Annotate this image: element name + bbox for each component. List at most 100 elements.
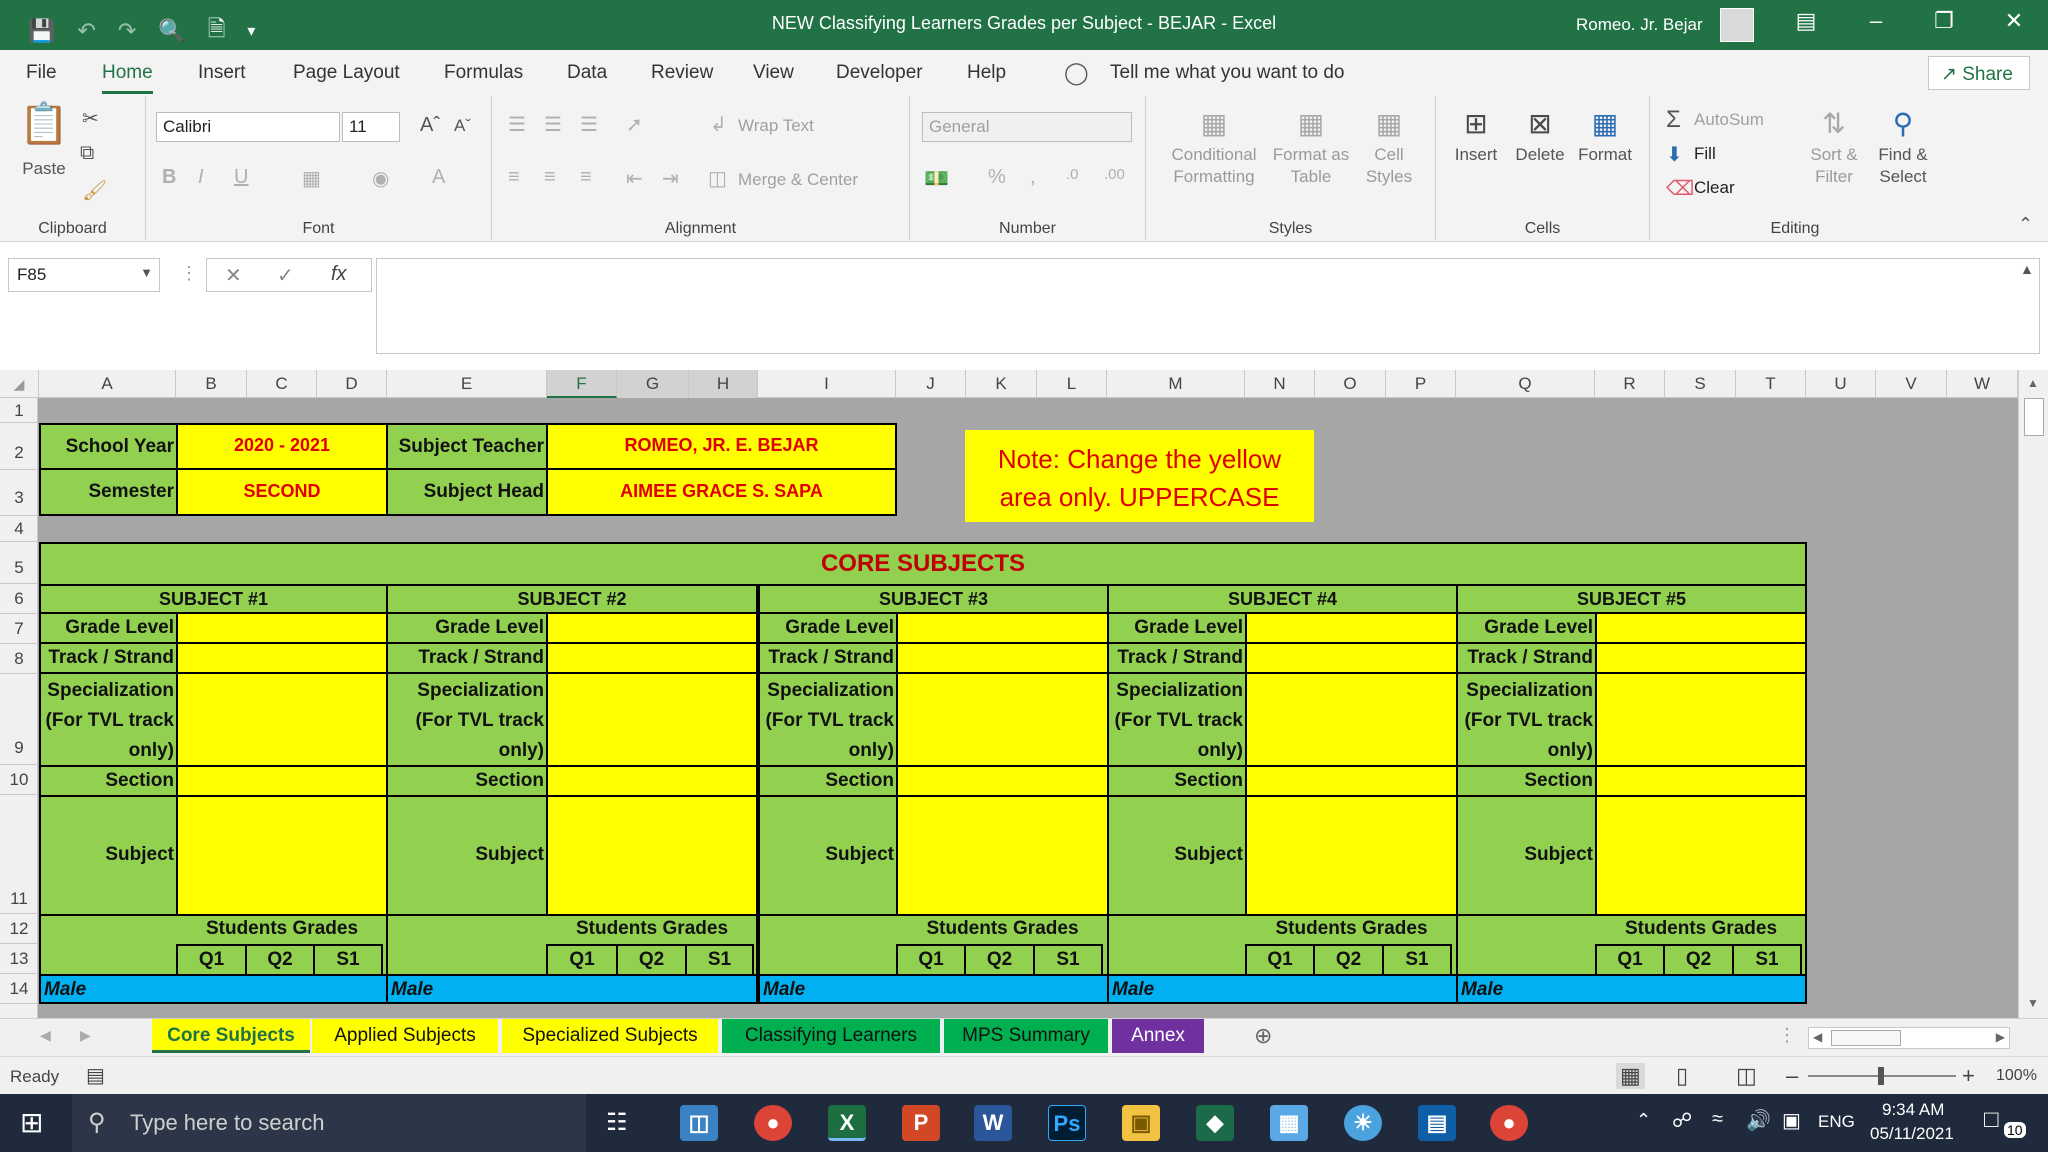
accessibility-icon[interactable]: ▤ xyxy=(86,1063,105,1088)
sheet-tab-specialized-subjects[interactable]: Specialized Subjects xyxy=(502,1019,718,1053)
grade-column-s1[interactable]: S1 xyxy=(313,944,383,976)
format-painter-icon[interactable]: 🖌 xyxy=(82,178,107,203)
specialization-input[interactable] xyxy=(896,672,1109,767)
underline-icon[interactable]: U xyxy=(234,166,248,189)
page-break-view-icon[interactable]: ◫ xyxy=(1736,1063,1757,1089)
cancel-icon[interactable]: ✕ xyxy=(225,263,242,288)
scroll-right-icon[interactable]: ▶ xyxy=(1996,1030,2005,1044)
track-strand-label[interactable]: Track / Strand xyxy=(1456,642,1597,674)
align-right-icon[interactable]: ≡ xyxy=(580,166,592,189)
subject-label[interactable]: Subject xyxy=(1456,795,1597,916)
increase-decimal-icon[interactable]: .0 xyxy=(1066,166,1079,183)
add-sheet-icon[interactable]: ⊕ xyxy=(1254,1023,1272,1049)
name-box[interactable]: F85 ▼ xyxy=(8,258,160,292)
notification-icon[interactable]: □ xyxy=(1984,1106,1999,1134)
row-header[interactable]: 11 xyxy=(0,795,38,914)
row-header[interactable]: 9 xyxy=(0,674,38,765)
column-header[interactable]: G xyxy=(617,370,689,398)
align-middle-icon[interactable]: ☰ xyxy=(544,112,562,137)
grade-column-q1[interactable]: Q1 xyxy=(546,944,618,976)
grade-column-q1[interactable]: Q1 xyxy=(176,944,247,976)
row-header[interactable]: 14 xyxy=(0,974,38,1004)
male-row-label[interactable]: Male xyxy=(1456,974,1807,1004)
normal-view-icon[interactable]: ▦ xyxy=(1616,1063,1645,1089)
formula-input[interactable] xyxy=(376,258,2040,354)
track-strand-label[interactable]: Track / Strand xyxy=(386,642,548,674)
zoom-slider[interactable] xyxy=(1808,1067,1956,1085)
zoom-out-icon[interactable]: – xyxy=(1786,1063,1798,1089)
wrap-text-button[interactable]: Wrap Text xyxy=(738,116,814,136)
specialization-label[interactable]: Specialization (For TVL track only) xyxy=(758,672,898,767)
tab-formulas[interactable]: Formulas xyxy=(444,62,523,84)
specialization-label[interactable]: Specialization (For TVL track only) xyxy=(386,672,548,767)
decrease-decimal-icon[interactable]: .00 xyxy=(1104,166,1125,183)
column-header[interactable]: I xyxy=(758,370,896,398)
windows-start-icon[interactable]: ⊞ xyxy=(20,1106,43,1139)
select-all-corner[interactable]: ◢ xyxy=(0,370,39,398)
grade-level-input[interactable] xyxy=(1595,612,1807,644)
column-header[interactable]: S xyxy=(1665,370,1736,398)
sheet-cells[interactable]: School Year 2020 - 2021 Subject Teacher … xyxy=(39,398,2019,1018)
find-select-button[interactable]: ⚲ Find & Select xyxy=(1868,104,1938,188)
grade-column-q2[interactable]: Q2 xyxy=(245,944,315,976)
ribbon-display-options-icon[interactable]: ▤ xyxy=(1786,8,1826,34)
track-strand-input[interactable] xyxy=(896,642,1109,674)
row-header[interactable]: 3 xyxy=(0,470,38,516)
male-row-label[interactable]: Male xyxy=(758,974,1109,1004)
column-header[interactable]: N xyxy=(1245,370,1315,398)
scroll-down-icon[interactable]: ▼ xyxy=(2027,996,2039,1010)
zoom-level[interactable]: 100% xyxy=(1996,1067,2037,1085)
merge-center-button[interactable]: Merge & Center xyxy=(738,170,858,190)
subject-label[interactable]: Subject xyxy=(758,795,898,916)
app-blue-icon[interactable]: ☀ xyxy=(1344,1105,1382,1141)
font-name-combo[interactable]: Calibri xyxy=(156,112,340,142)
specialization-input[interactable] xyxy=(1595,672,1807,767)
subject-head-label[interactable]: Subject Head xyxy=(386,468,548,516)
sheet-tab-classifying-learners[interactable]: Classifying Learners xyxy=(722,1019,940,1053)
fill-icon[interactable]: ⬇ xyxy=(1666,142,1683,167)
column-header[interactable]: B xyxy=(176,370,247,398)
row-header[interactable]: 1 xyxy=(0,398,38,423)
column-header[interactable]: L xyxy=(1037,370,1107,398)
volume-icon[interactable]: 🔊 xyxy=(1746,1108,1771,1133)
subject-title[interactable]: SUBJECT #3 xyxy=(758,584,1109,614)
subject-title[interactable]: SUBJECT #5 xyxy=(1456,584,1807,614)
grade-column-q2[interactable]: Q2 xyxy=(1313,944,1384,976)
increase-font-icon[interactable]: Aˆ xyxy=(420,114,440,137)
specialization-label[interactable]: Specialization (For TVL track only) xyxy=(1456,672,1597,767)
column-header[interactable]: V xyxy=(1876,370,1947,398)
grade-level-label[interactable]: Grade Level xyxy=(386,612,548,644)
column-header[interactable]: J xyxy=(896,370,966,398)
tab-help[interactable]: Help xyxy=(967,62,1006,84)
specialization-input[interactable] xyxy=(546,672,758,767)
delete-cells-button[interactable]: ⊠ Delete xyxy=(1510,104,1570,166)
track-strand-label[interactable]: Track / Strand xyxy=(758,642,898,674)
semester-value[interactable]: SECOND xyxy=(176,468,388,516)
column-header[interactable]: A xyxy=(39,370,176,398)
chevron-up-icon[interactable]: ⌃ xyxy=(1636,1110,1651,1131)
subject-teacher-label[interactable]: Subject Teacher xyxy=(386,423,548,470)
male-row-label[interactable]: Male xyxy=(39,974,388,1004)
row-header[interactable]: 10 xyxy=(0,765,38,795)
photoshop-icon[interactable]: Ps xyxy=(1048,1105,1086,1141)
wrap-text-icon[interactable]: ↲ xyxy=(710,112,727,137)
borders-icon[interactable]: ▦ xyxy=(302,166,321,191)
tab-data[interactable]: Data xyxy=(567,62,607,84)
page-layout-view-icon[interactable]: ▯ xyxy=(1676,1063,1688,1089)
next-sheet-icon[interactable]: ▶ xyxy=(80,1027,91,1044)
section-label[interactable]: Section xyxy=(386,765,548,797)
column-header[interactable]: U xyxy=(1806,370,1876,398)
specialization-label[interactable]: Specialization (For TVL track only) xyxy=(39,672,178,767)
semester-label[interactable]: Semester xyxy=(39,468,178,516)
section-input[interactable] xyxy=(896,765,1109,797)
row-header[interactable]: 7 xyxy=(0,614,38,644)
column-header[interactable]: T xyxy=(1736,370,1806,398)
school-year-value[interactable]: 2020 - 2021 xyxy=(176,423,388,470)
network-icon[interactable]: ☍ xyxy=(1672,1108,1692,1133)
subject-title[interactable]: SUBJECT #2 xyxy=(386,584,758,614)
grade-column-q2[interactable]: Q2 xyxy=(616,944,687,976)
align-left-icon[interactable]: ≡ xyxy=(508,166,520,189)
bold-icon[interactable]: B xyxy=(162,166,176,189)
column-header[interactable]: Q xyxy=(1456,370,1595,398)
column-header[interactable]: F xyxy=(547,370,617,398)
